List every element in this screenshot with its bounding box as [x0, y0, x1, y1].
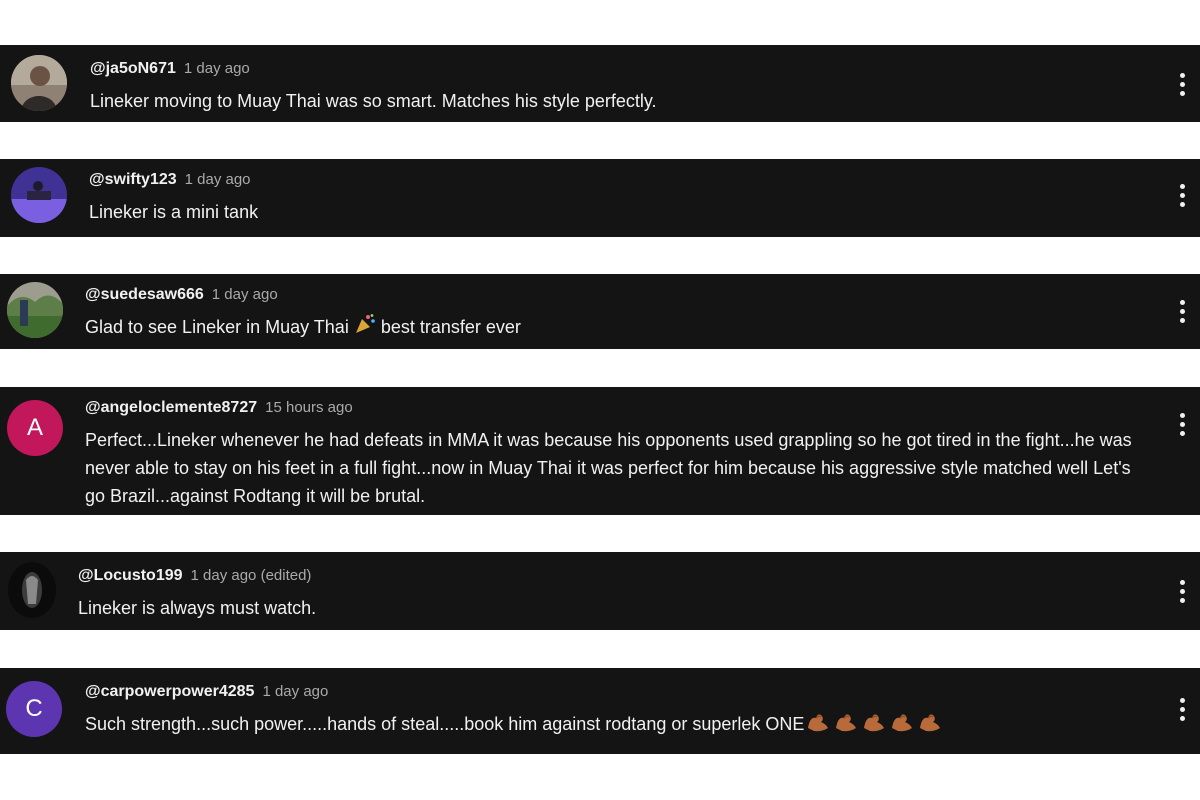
comment-text-part: Such strength...such power.....hands of …: [85, 714, 805, 734]
flexed-biceps-icon: [862, 710, 886, 740]
comment-author[interactable]: @suedesaw666: [85, 285, 204, 305]
flexed-biceps-icon: [890, 710, 914, 740]
avatar[interactable]: [8, 562, 56, 618]
flexed-biceps-icon: [806, 710, 830, 740]
more-options-icon[interactable]: [1172, 69, 1192, 99]
comment-card: @ja5oN671 1 day ago Lineker moving to Mu…: [0, 45, 1200, 122]
comment-card: A @angeloclemente8727 15 hours ago Perfe…: [0, 387, 1200, 515]
more-options-icon[interactable]: [1172, 694, 1192, 724]
profile-photo-icon: [11, 55, 67, 111]
comment-author[interactable]: @ja5oN671: [90, 59, 176, 79]
comment-author[interactable]: @carpowerpower4285: [85, 682, 254, 702]
more-options-icon[interactable]: [1172, 576, 1192, 606]
comment-timestamp[interactable]: 15 hours ago: [265, 398, 353, 418]
comment-card: C @carpowerpower4285 1 day ago Such stre…: [0, 668, 1200, 754]
avatar[interactable]: [7, 282, 63, 338]
avatar-letter: A: [26, 414, 43, 441]
comment-text: Perfect...Lineker whenever he had defeat…: [85, 430, 1132, 506]
avatar[interactable]: [11, 55, 67, 111]
comment-timestamp[interactable]: 1 day ago: [184, 59, 250, 79]
comment-text: Such strength...such power.....hands of …: [85, 710, 1140, 740]
more-options-icon[interactable]: [1172, 409, 1192, 439]
avatar[interactable]: C: [6, 681, 62, 737]
comment-text-part: best transfer ever: [380, 317, 521, 337]
comment-card: @Locusto199 1 day ago (edited) Lineker i…: [0, 552, 1200, 630]
comment-text: Lineker is a mini tank: [89, 202, 259, 222]
avatar[interactable]: A: [7, 400, 63, 456]
comment-timestamp[interactable]: 1 day ago (edited): [191, 566, 312, 586]
comment-text: Glad to see Lineker in Muay Thai best tr…: [85, 313, 1140, 343]
profile-photo-icon: [8, 562, 56, 618]
comment-text: Lineker is always must watch.: [78, 598, 317, 618]
profile-photo-icon: [11, 167, 67, 223]
comment-timestamp[interactable]: 1 day ago: [185, 170, 251, 190]
comment-author[interactable]: @angeloclemente8727: [85, 398, 257, 418]
profile-photo-icon: [7, 282, 63, 338]
comment-text: Lineker moving to Muay Thai was so smart…: [90, 91, 657, 111]
comment-timestamp[interactable]: 1 day ago: [212, 285, 278, 305]
avatar[interactable]: [11, 167, 67, 223]
more-options-icon[interactable]: [1172, 296, 1192, 326]
comment-author[interactable]: @Locusto199: [78, 566, 183, 586]
comment-timestamp[interactable]: 1 day ago: [262, 682, 328, 702]
more-options-icon[interactable]: [1172, 180, 1192, 210]
avatar-letter: C: [25, 695, 43, 722]
party-popper-icon: [354, 313, 376, 343]
comment-text-part: Glad to see Lineker in Muay Thai: [85, 317, 349, 337]
comment-card: @swifty123 1 day ago Lineker is a mini t…: [0, 159, 1200, 237]
flexed-biceps-icon: [834, 710, 858, 740]
flexed-biceps-icon: [918, 710, 942, 740]
comment-card: @suedesaw666 1 day ago Glad to see Linek…: [0, 274, 1200, 349]
comment-author[interactable]: @swifty123: [89, 170, 177, 190]
emoji-row: [806, 710, 942, 740]
